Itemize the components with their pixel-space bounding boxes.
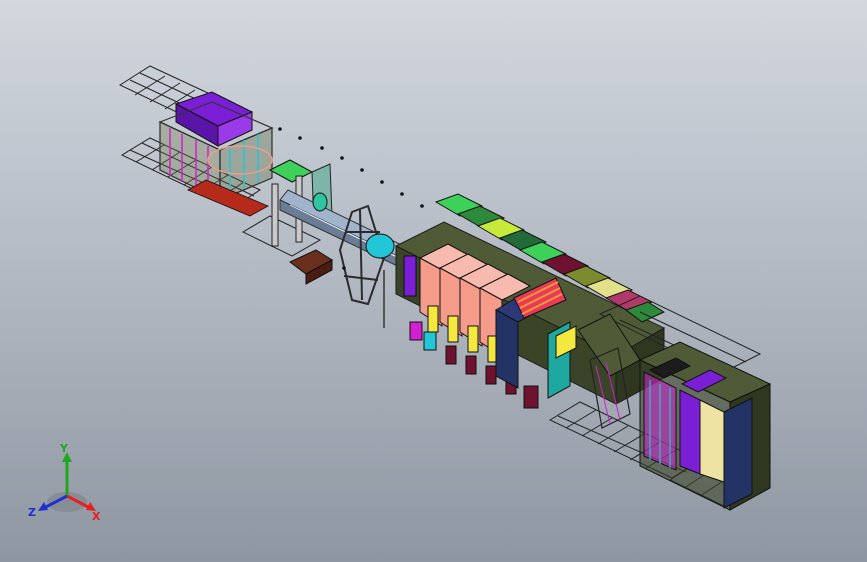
assembly-model[interactable] — [0, 0, 867, 562]
right-enclosure[interactable] — [577, 313, 772, 511]
cad-viewport[interactable]: Y X Z — [0, 0, 867, 562]
axis-triad[interactable]: Y X Z — [22, 442, 112, 524]
left-enclosure[interactable] — [158, 91, 274, 217]
wheel-icon[interactable] — [338, 204, 395, 328]
main-housing[interactable] — [394, 193, 666, 409]
y-axis-label: Y — [59, 442, 69, 455]
z-axis-label: Z — [28, 506, 36, 519]
x-axis-label: X — [92, 510, 101, 523]
